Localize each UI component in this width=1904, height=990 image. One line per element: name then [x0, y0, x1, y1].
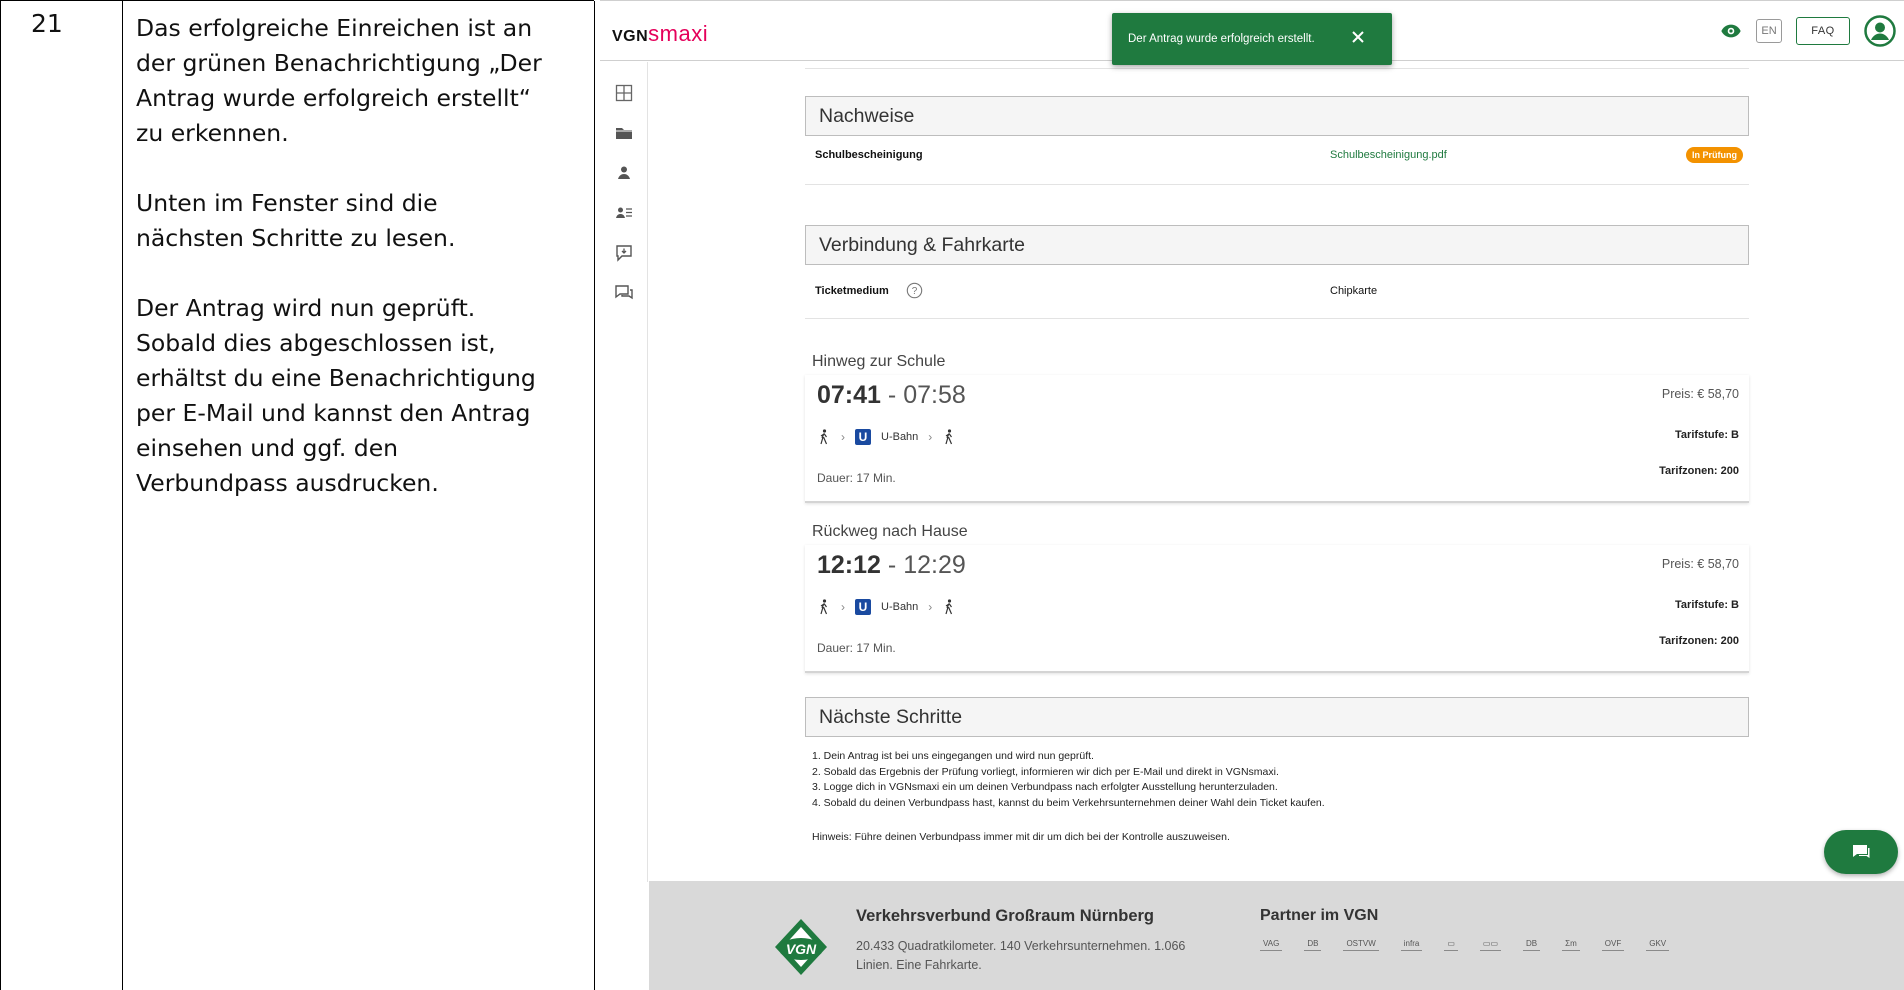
user-account-icon[interactable] [1864, 15, 1896, 47]
next-steps-list: 1. Dein Antrag ist bei uns eingegangen u… [812, 749, 1325, 811]
trip-legs: › U U-Bahn › [817, 599, 956, 615]
instruction-table: 21 Das erfolgreiche Einreichen ist an de… [0, 0, 595, 990]
trip-zones: Tarifzonen: 200 [1659, 465, 1739, 477]
section-next-steps-header: Nächste Schritte [805, 697, 1749, 737]
footer-text: 20.433 Quadratkilometer. 140 Verkehrsunt… [856, 939, 1186, 972]
partner-logo[interactable]: DB [1304, 937, 1322, 951]
trip-time: 12:12 - 12:29 [817, 551, 966, 580]
ubahn-icon: U [855, 599, 871, 615]
section-nachweise-header: Nachweise [805, 96, 1749, 136]
step-number: 21 [1, 1, 123, 990]
svg-text:?: ? [912, 286, 918, 297]
logo-vgn-text: VGN [612, 28, 649, 45]
list-item: 4. Sobald du deinen Verbundpass hast, ka… [812, 796, 1325, 809]
logo-smaxi-text: smaxi [648, 21, 709, 46]
help-icon[interactable]: ? [906, 282, 923, 299]
trip-tarif: Tarifstufe: B [1675, 599, 1739, 611]
chat-icon[interactable] [614, 283, 634, 303]
divider [805, 318, 1749, 319]
section-verbindung-header: Verbindung & Fahrkarte [805, 225, 1749, 265]
departure-time: 12:12 [817, 551, 881, 579]
trip-tarif: Tarifstufe: B [1675, 429, 1739, 441]
trip-price: Preis: € 58,70 [1661, 557, 1739, 571]
ticketmedium-value: Chipkarte [1330, 285, 1378, 297]
toast-message: Der Antrag wurde erfolgreich erstellt. [1128, 33, 1315, 45]
success-toast: Der Antrag wurde erfolgreich erstellt. [1112, 13, 1392, 65]
close-icon[interactable] [1350, 29, 1366, 45]
step-paragraph: Das erfolgreiche Einreichen ist an der g… [136, 14, 542, 147]
language-button[interactable]: EN [1756, 19, 1782, 43]
dashboard-grid-icon[interactable] [614, 83, 634, 103]
main-content: Nachweise Schulbescheinigung Schulbesche… [649, 62, 1904, 882]
partner-logo[interactable]: OVF [1601, 937, 1625, 951]
ticketmedium-label: Ticketmedium [815, 285, 889, 297]
trip-duration: Dauer: 17 Min. [817, 471, 896, 485]
partner-logo[interactable]: infra [1400, 937, 1423, 951]
partner-logo[interactable]: Ʃm [1562, 937, 1580, 951]
trip-legs: › U U-Bahn › [817, 429, 956, 445]
arrival-time: 07:58 [903, 381, 966, 409]
walk-icon [820, 429, 828, 445]
chevron-right-icon: › [928, 430, 933, 444]
arrival-time: 12:29 [903, 551, 966, 579]
status-badge: In Prüfung [1686, 147, 1743, 163]
chat-bubble-icon [1853, 845, 1870, 858]
partner-logo[interactable]: DB [1523, 937, 1541, 951]
folder-icon[interactable] [614, 123, 634, 143]
partner-title: Partner im VGN [1260, 907, 1379, 924]
divider [805, 184, 1749, 185]
walk-icon [945, 599, 953, 615]
list-item: 2. Sobald das Ergebnis der Prüfung vorli… [812, 765, 1279, 778]
partner-logo[interactable]: OSTVW [1343, 937, 1379, 951]
hint-text: Hinweis: Führe deinen Verbundpass immer … [812, 831, 1230, 843]
chevron-right-icon: › [928, 600, 933, 614]
feedback-icon[interactable] [614, 243, 634, 263]
partner-logos: VAG DB OSTVW infra ▭ ▭▭ DB Ʃm OVF GKV [1260, 937, 1670, 951]
step-paragraph: Unten im Fenster sind die nächsten Schri… [136, 189, 456, 252]
divider [805, 68, 1749, 69]
trip-title: Hinweg zur Schule [812, 353, 946, 370]
person-icon[interactable] [614, 163, 634, 183]
trip-card[interactable]: 12:12 - 12:29 Preis: € 58,70 Tarifstufe:… [805, 545, 1749, 673]
trip-zones: Tarifzonen: 200 [1659, 635, 1739, 647]
transport-mode: U-Bahn [881, 431, 919, 443]
vgn-logo: VGN [775, 919, 827, 975]
step-paragraph: Der Antrag wird nun geprüft. Sobald dies… [136, 294, 536, 497]
walk-icon [820, 599, 828, 615]
vgn-logo-text: VGN [786, 941, 817, 957]
sidebar [600, 62, 648, 882]
trip-title: Rückweg nach Hause [812, 523, 968, 540]
step-description: Das erfolgreiche Einreichen ist an der g… [123, 1, 595, 990]
trip-card[interactable]: 07:41 - 07:58 Preis: € 58,70 Tarifstufe:… [805, 375, 1749, 503]
footer-title: Verkehrsverbund Großraum Nürnberg [856, 907, 1154, 925]
footer: VGN Verkehrsverbund Großraum Nürnberg 20… [649, 881, 1904, 990]
trip-price: Preis: € 58,70 [1661, 387, 1739, 401]
transport-mode: U-Bahn [881, 601, 919, 613]
partner-logo[interactable]: ▭ [1444, 937, 1458, 951]
ubahn-icon: U [855, 429, 871, 445]
trip-duration: Dauer: 17 Min. [817, 641, 896, 655]
chevron-right-icon: › [841, 600, 845, 614]
partner-logo[interactable]: ▭▭ [1479, 937, 1502, 951]
chevron-right-icon: › [841, 430, 845, 444]
walk-icon [945, 429, 953, 445]
nachweis-file-link[interactable]: Schulbescheinigung.pdf [1330, 149, 1447, 161]
chat-button[interactable] [1824, 830, 1898, 874]
app-window: VGNsmaxi EN FAQ Der Antrag wurde erfolgr… [600, 0, 1904, 990]
vgnsmaxi-logo[interactable]: VGNsmaxi [612, 21, 708, 47]
eye-icon[interactable] [1720, 20, 1742, 42]
time-separator: - [887, 381, 897, 409]
nachweis-label: Schulbescheinigung [815, 149, 923, 161]
person-list-icon[interactable] [614, 203, 634, 223]
partner-logo[interactable]: VAG [1260, 937, 1283, 951]
partner-logo[interactable]: GKV [1646, 937, 1670, 951]
trip-time: 07:41 - 07:58 [817, 381, 966, 410]
departure-time: 07:41 [817, 381, 881, 409]
time-separator: - [887, 551, 897, 579]
header-actions: EN FAQ [1720, 15, 1896, 47]
faq-button[interactable]: FAQ [1796, 17, 1850, 45]
list-item: 3. Logge dich in VGNsmaxi ein um deinen … [812, 781, 1278, 793]
list-item: 1. Dein Antrag ist bei uns eingegangen u… [812, 750, 1094, 762]
